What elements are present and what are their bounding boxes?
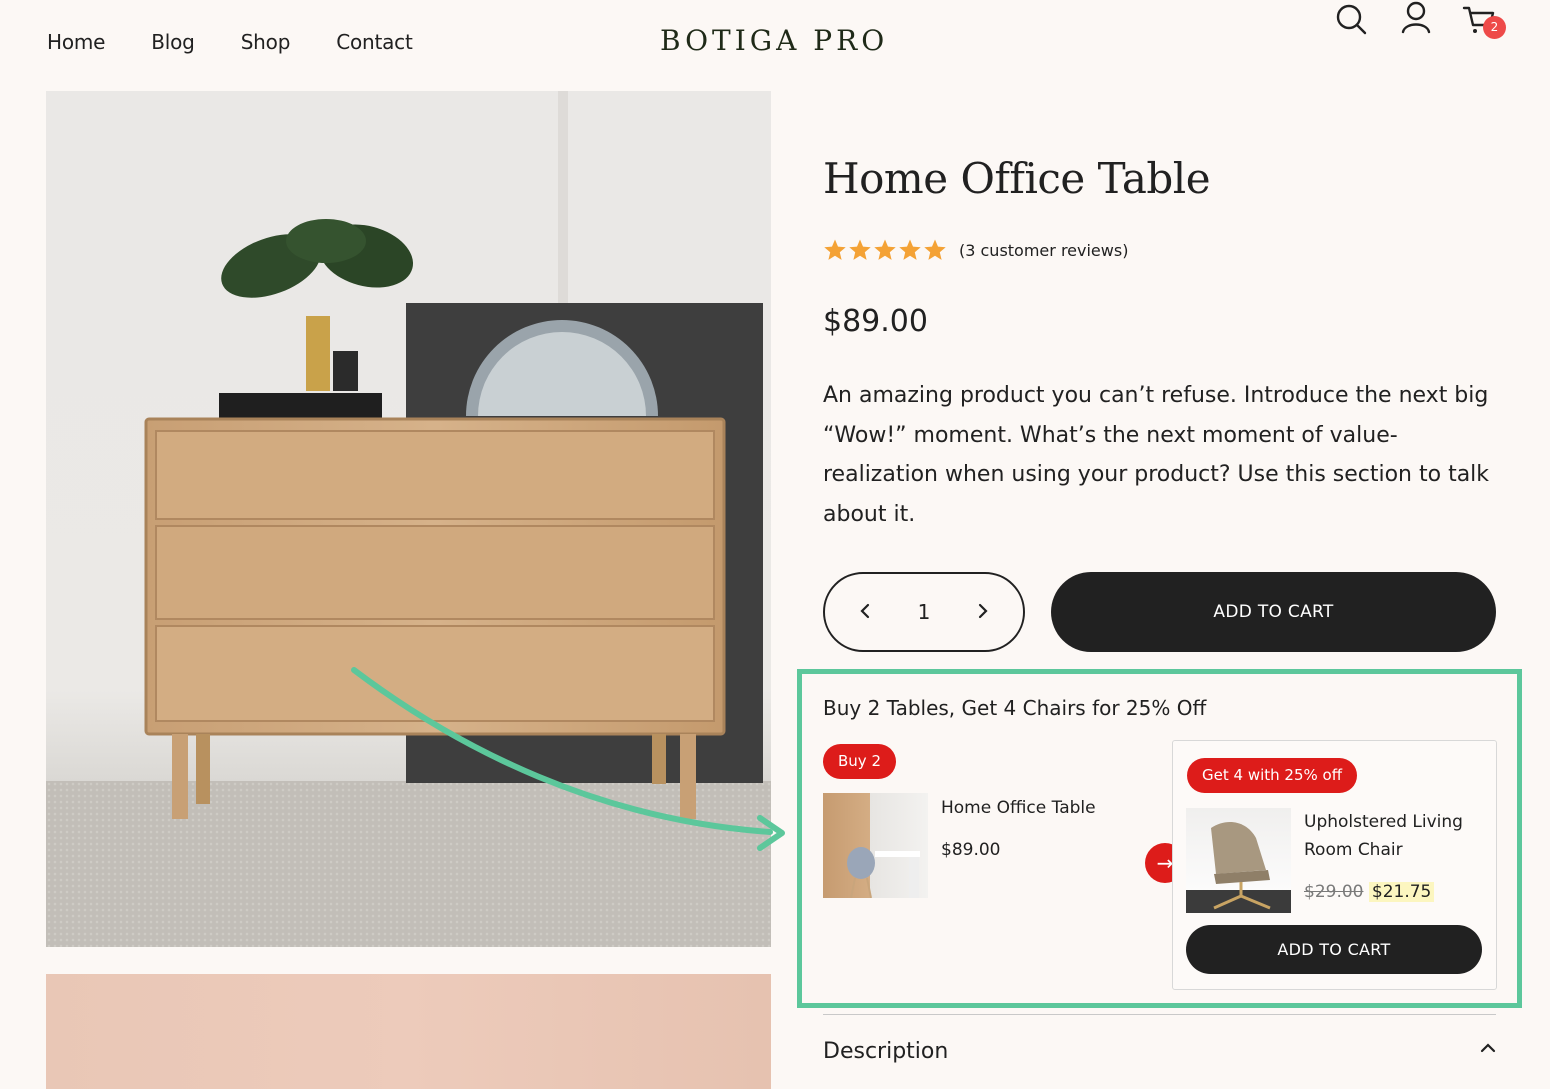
user-icon[interactable] — [1399, 0, 1433, 36]
site-header: Home Blog Shop Contact BOTIGA PRO 2 — [0, 0, 1550, 88]
site-logo[interactable]: BOTIGA PRO — [660, 24, 888, 57]
quantity-value[interactable]: 1 — [918, 600, 931, 624]
nav-home[interactable]: Home — [47, 30, 105, 54]
get-discount-badge: Get 4 with 25% off — [1187, 758, 1358, 793]
chevron-right-icon — [978, 603, 988, 618]
nav-blog[interactable]: Blog — [151, 30, 195, 54]
product-rating[interactable]: (3 customer reviews) — [823, 238, 1128, 262]
chair-thumbnail-illustration — [1186, 822, 1291, 913]
product-short-description: An amazing product you can’t refuse. Int… — [823, 383, 1490, 527]
product-title: Home Office Table — [823, 154, 1211, 203]
table-thumbnail-illustration — [847, 847, 920, 898]
get-product-name[interactable]: Upholstered Living Room Chair — [1304, 808, 1474, 864]
reviews-link[interactable]: (3 customer reviews) — [959, 241, 1128, 260]
star-icon — [849, 239, 871, 260]
cart-count-badge: 2 — [1483, 16, 1506, 39]
add-to-cart-button[interactable]: ADD TO CART — [1051, 572, 1496, 652]
discounted-price: $21.75 — [1368, 882, 1435, 902]
product-image-secondary[interactable] — [46, 974, 771, 1089]
rating-stars — [823, 238, 947, 262]
product-image-main[interactable] — [46, 91, 771, 947]
chevron-up-icon[interactable] — [1478, 1038, 1498, 1058]
quantity-increase-button[interactable] — [973, 600, 993, 625]
buy-product-name[interactable]: Home Office Table — [941, 794, 1096, 822]
description-accordion-title[interactable]: Description — [823, 1039, 948, 1064]
nav-contact[interactable]: Contact — [336, 30, 413, 54]
chair-thumbnail[interactable] — [1186, 808, 1291, 913]
product-price: $89.00 — [823, 304, 928, 339]
nav-shop[interactable]: Shop — [241, 30, 291, 54]
accordion-divider — [823, 1014, 1496, 1015]
star-icon — [924, 239, 946, 260]
dresser-photo-illustration — [46, 91, 771, 947]
bundle-add-to-cart-button[interactable]: ADD TO CART — [1186, 925, 1482, 974]
star-icon — [899, 239, 921, 260]
star-icon — [824, 239, 846, 260]
home-office-table-thumbnail[interactable] — [823, 793, 928, 898]
quantity-decrease-button[interactable] — [855, 600, 875, 625]
get-product-price: $29.00 $21.75 — [1304, 882, 1435, 902]
chevron-left-icon — [860, 603, 870, 618]
main-nav: Home Blog Shop Contact — [47, 30, 459, 54]
bundle-title: Buy 2 Tables, Get 4 Chairs for 25% Off — [823, 696, 1207, 720]
buy-badge: Buy 2 — [823, 744, 896, 779]
search-icon[interactable] — [1334, 0, 1368, 36]
star-icon — [874, 239, 896, 260]
original-price: $29.00 — [1304, 882, 1364, 902]
buy-product-price: $89.00 — [941, 840, 1001, 860]
quantity-stepper: 1 — [823, 572, 1025, 652]
